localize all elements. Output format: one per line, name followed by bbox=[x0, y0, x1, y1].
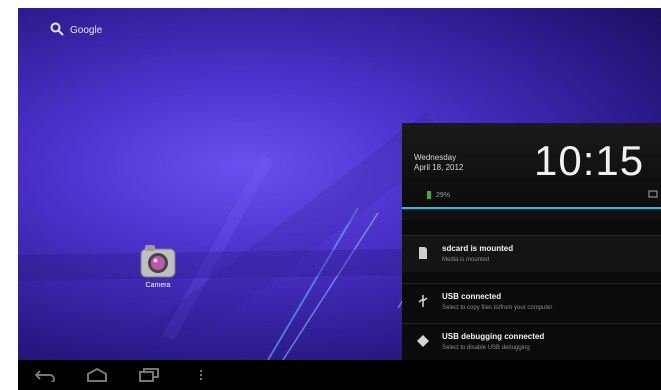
notification-header: Wednesday April 18, 2012 10:15 29% bbox=[402, 123, 661, 205]
notification-title: USB connected bbox=[442, 292, 502, 301]
notification-subtitle: Select to copy files to/from your comput… bbox=[442, 305, 553, 311]
status-row: 29% bbox=[402, 185, 661, 205]
menu-icon[interactable] bbox=[198, 368, 204, 387]
notification-item[interactable]: sdcard is mounted Media is mounted bbox=[402, 235, 661, 272]
search-icon bbox=[50, 22, 64, 39]
notification-panel: Wednesday April 18, 2012 10:15 29% sdcar… bbox=[402, 123, 661, 360]
day-name: Wednesday bbox=[414, 153, 457, 162]
recent-apps-icon[interactable] bbox=[138, 368, 160, 387]
sd-card-icon bbox=[416, 246, 430, 260]
app-label-camera: Camera bbox=[145, 282, 171, 289]
notification-title: USB debugging connected bbox=[442, 332, 545, 341]
settings-icon[interactable] bbox=[648, 189, 658, 201]
android-home-screen: Google Camera Wednesday April 18, 2012 1… bbox=[0, 0, 661, 390]
quick-settings-strip bbox=[402, 209, 661, 220]
home-icon[interactable] bbox=[86, 367, 108, 387]
google-search-bar[interactable]: Google bbox=[50, 22, 102, 39]
camera-icon bbox=[138, 242, 178, 282]
back-icon[interactable] bbox=[34, 368, 56, 387]
clock: 10:15 bbox=[534, 137, 645, 184]
date-block: Wednesday April 18, 2012 bbox=[414, 153, 463, 173]
notification-item[interactable]: USB connected Select to copy files to/fr… bbox=[402, 283, 661, 320]
battery-percent: 29% bbox=[436, 192, 451, 199]
notification-subtitle: Select to disable USB debugging bbox=[442, 345, 530, 351]
notification-subtitle: Media is mounted bbox=[442, 257, 490, 263]
android-debug-icon bbox=[416, 334, 430, 348]
notification-item[interactable]: USB debugging connected Select to disabl… bbox=[402, 323, 661, 360]
system-navigation-bar bbox=[18, 360, 661, 390]
usb-icon bbox=[416, 294, 430, 308]
date-text: April 18, 2012 bbox=[414, 163, 464, 172]
battery-icon bbox=[426, 190, 432, 202]
app-shortcut-camera[interactable]: Camera bbox=[138, 242, 178, 289]
notification-title: sdcard is mounted bbox=[442, 244, 514, 253]
search-label: Google bbox=[70, 25, 103, 36]
